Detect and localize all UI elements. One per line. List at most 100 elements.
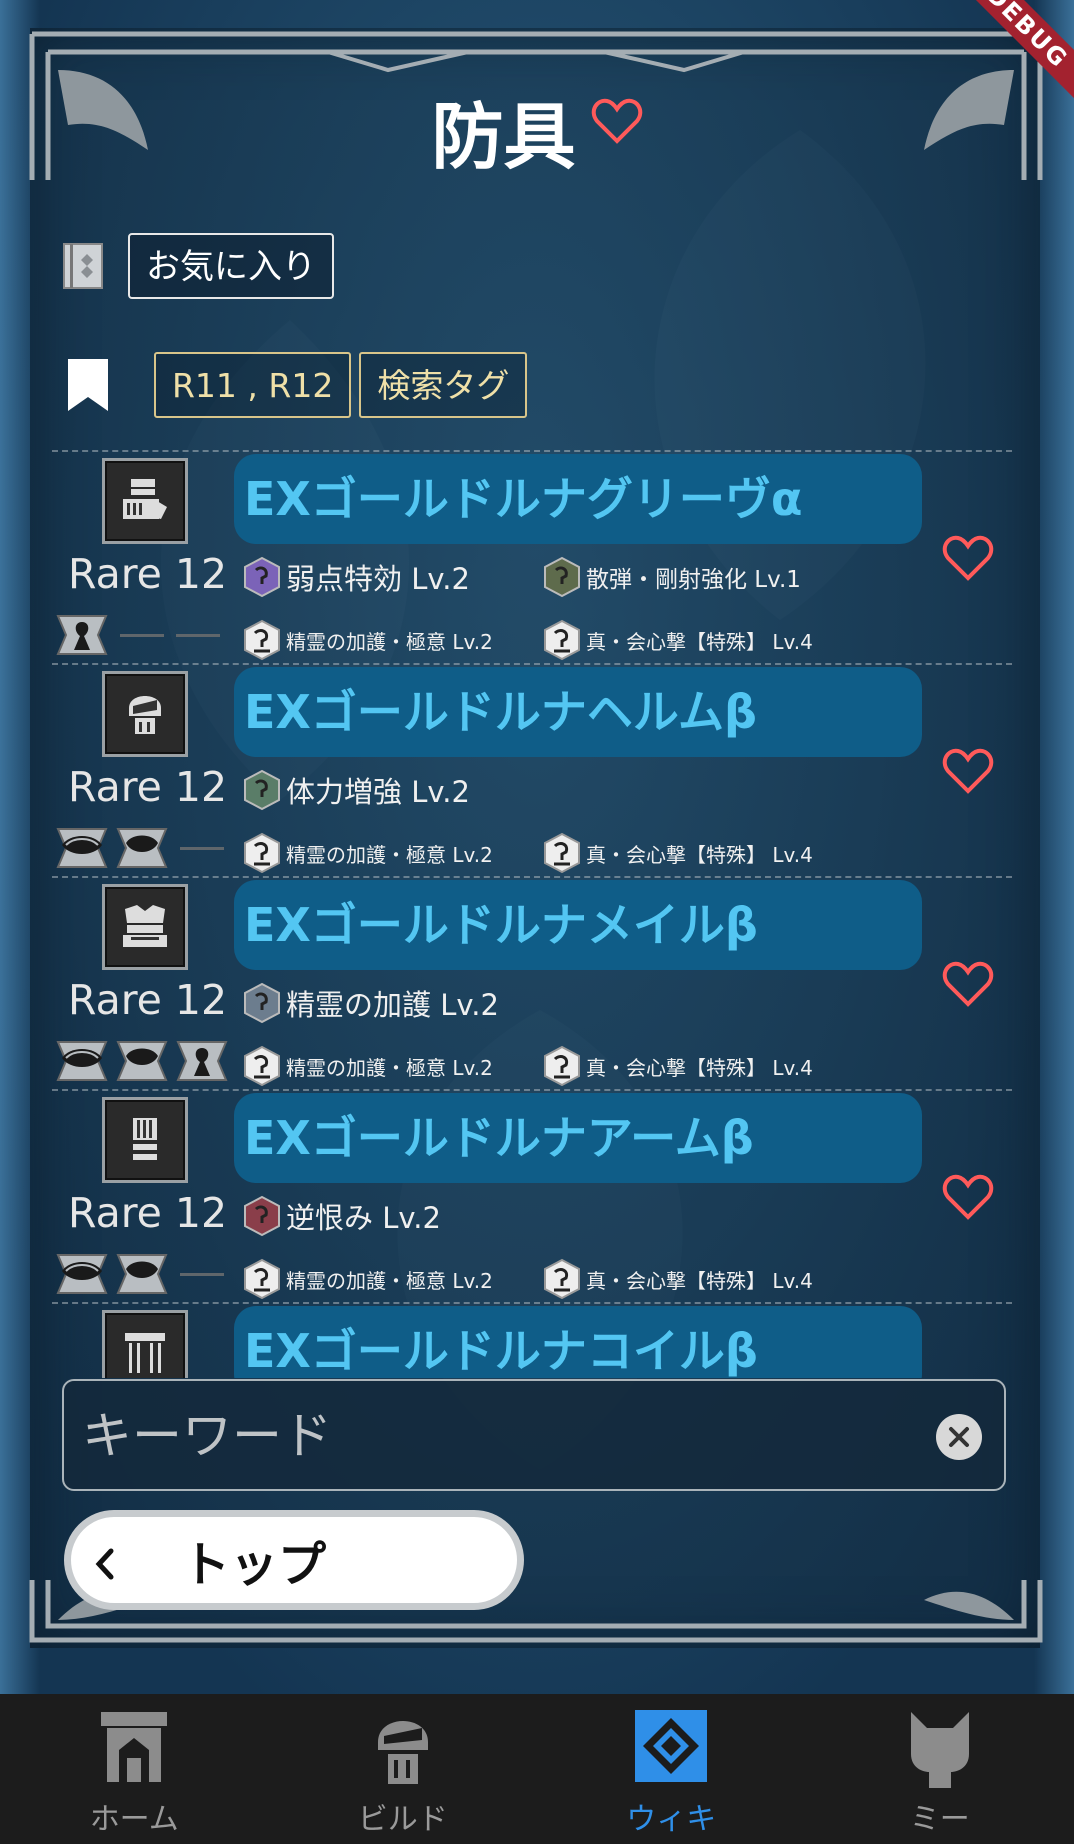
rarity-label: Rare 12 — [68, 976, 228, 1024]
skill-name: 散弾・剛射強化 Lv.1 — [586, 567, 801, 593]
nav-item-home[interactable]: ホーム — [0, 1694, 269, 1844]
set-skill-name: 精霊の加護・極意 Lv.2 — [286, 629, 493, 654]
skill-name: 逆恨み Lv.2 — [286, 1201, 441, 1235]
list-item[interactable]: EXゴールドルナグリーヴα Rare 12 弱点特効 Lv.2 散弾・剛射強化 … — [52, 450, 1012, 663]
set-skill-icon — [544, 1045, 580, 1087]
mail-icon — [102, 884, 188, 970]
helm-icon — [102, 671, 188, 757]
decoration-slots — [54, 1038, 234, 1084]
list-item[interactable]: EXゴールドルナメイルβ Rare 12 精霊の加護 Lv.2 精霊の加護・極意… — [52, 876, 1012, 1089]
favorite-heart-icon[interactable] — [942, 534, 994, 582]
book-icon — [63, 243, 103, 289]
slot-level-4-icon — [56, 1041, 108, 1081]
decoration-slots — [54, 1251, 230, 1297]
set-skill-name: 真・会心撃【特殊】 Lv.4 — [586, 629, 813, 654]
rarity-label: Rare 12 — [68, 763, 228, 811]
slot-level-1-icon — [56, 615, 108, 655]
rarity-label: Rare 12 — [68, 1189, 228, 1237]
page-title: 防具 — [431, 95, 576, 179]
set-skill-icon — [244, 1045, 280, 1087]
coil-icon — [102, 1310, 188, 1378]
armor-name[interactable]: EXゴールドルナグリーヴα — [234, 454, 922, 544]
set-skill-entry: 精霊の加護・極意 Lv.2 — [242, 1045, 493, 1087]
bookmark-icon[interactable] — [66, 357, 110, 413]
set-skill-name: 真・会心撃【特殊】 Lv.4 — [586, 842, 813, 867]
armor-name[interactable]: EXゴールドルナアームβ — [234, 1093, 922, 1183]
armor-name[interactable]: EXゴールドルナメイルβ — [234, 880, 922, 970]
favorites-row: お気に入り — [62, 233, 334, 299]
armor-list: EXゴールドルナグリーヴα Rare 12 弱点特効 Lv.2 散弾・剛射強化 … — [52, 450, 1012, 1378]
tag-chip-rarity[interactable]: R11 , R12 — [154, 352, 352, 418]
nav-label: ウィキ — [626, 1802, 717, 1837]
nav-item-me[interactable]: ミー — [806, 1694, 1074, 1844]
arm-icon — [102, 1097, 188, 1183]
chevron-left-icon — [95, 1548, 114, 1580]
skill-jewel-icon — [544, 556, 580, 598]
favorites-button[interactable]: お気に入り — [128, 233, 334, 299]
close-icon — [949, 1427, 969, 1447]
keyword-input[interactable] — [82, 1401, 882, 1471]
tag-chip-search[interactable]: 検索タグ — [359, 352, 528, 418]
back-to-top-button[interactable]: トップ — [64, 1510, 524, 1610]
set-skill-entry: 精霊の加護・極意 Lv.2 — [242, 1258, 493, 1300]
set-skill-icon — [544, 832, 580, 874]
armor-name[interactable]: EXゴールドルナコイルβ — [234, 1306, 922, 1378]
palico-icon — [910, 1712, 969, 1788]
skill-entry: 逆恨み Lv.2 — [242, 1195, 441, 1237]
skill-jewel-icon — [244, 1195, 280, 1237]
skill-entry: 散弾・剛射強化 Lv.1 — [542, 556, 801, 598]
fortress-icon — [101, 1712, 168, 1782]
list-item[interactable]: EXゴールドルナコイルβ — [52, 1302, 1012, 1378]
set-skill-entry: 精霊の加護・極意 Lv.2 — [242, 832, 493, 874]
empty-slot — [120, 633, 164, 637]
nav-label: ミー — [909, 1802, 970, 1837]
page-header: 防具 — [0, 78, 1074, 183]
favorite-heart-icon[interactable] — [942, 1173, 994, 1221]
skill-name: 弱点特効 Lv.2 — [286, 562, 470, 596]
empty-slot — [180, 846, 224, 850]
nav-label: ビルド — [357, 1802, 448, 1837]
skill-entry: 精霊の加護 Lv.2 — [242, 982, 499, 1024]
slot-level-1-icon — [176, 1041, 228, 1081]
set-skill-entry: 真・会心撃【特殊】 Lv.4 — [542, 832, 813, 874]
favorite-heart-icon[interactable] — [942, 747, 994, 795]
set-skill-entry: 真・会心撃【特殊】 Lv.4 — [542, 1258, 813, 1300]
set-skill-icon — [544, 619, 580, 661]
set-skill-name: 精霊の加護・極意 Lv.2 — [286, 842, 493, 867]
set-skill-icon — [244, 1258, 280, 1300]
skill-name: 体力増強 Lv.2 — [286, 775, 470, 809]
set-skill-icon — [544, 1258, 580, 1300]
slot-level-3-icon — [116, 1041, 168, 1081]
bottom-navigation: ホーム ビルド ウィキ ミー — [0, 1694, 1074, 1844]
set-skill-entry: 精霊の加護・極意 Lv.2 — [242, 619, 493, 661]
slot-level-4-icon — [56, 1254, 108, 1294]
nav-label: ホーム — [89, 1802, 179, 1837]
wiki-icon — [635, 1710, 708, 1782]
favorite-heart-icon[interactable] — [942, 960, 994, 1008]
list-item[interactable]: EXゴールドルナアームβ Rare 12 逆恨み Lv.2 精霊の加護・極意 L… — [52, 1089, 1012, 1302]
empty-slot — [180, 1272, 224, 1276]
armor-helm-icon — [377, 1721, 428, 1784]
set-skill-name: 精霊の加護・極意 Lv.2 — [286, 1268, 493, 1293]
skill-entry: 体力増強 Lv.2 — [242, 769, 470, 811]
skill-jewel-icon — [244, 982, 280, 1024]
clear-button[interactable] — [936, 1414, 982, 1460]
armor-name[interactable]: EXゴールドルナヘルムβ — [234, 667, 922, 757]
skill-name: 精霊の加護 Lv.2 — [286, 988, 499, 1022]
gloves-icon — [102, 458, 188, 544]
nav-item-wiki[interactable]: ウィキ — [537, 1694, 806, 1844]
skill-jewel-icon — [244, 556, 280, 598]
skill-entry: 弱点特効 Lv.2 — [242, 556, 470, 598]
set-skill-icon — [244, 832, 280, 874]
rarity-label: Rare 12 — [68, 550, 228, 598]
list-item[interactable]: EXゴールドルナヘルムβ Rare 12 体力増強 Lv.2 精霊の加護・極意 … — [52, 663, 1012, 876]
set-skill-name: 真・会心撃【特殊】 Lv.4 — [586, 1055, 813, 1080]
set-skill-name: 真・会心撃【特殊】 Lv.4 — [586, 1268, 813, 1293]
slot-level-3-icon — [116, 828, 168, 868]
set-skill-icon — [244, 619, 280, 661]
keyword-search — [62, 1379, 1006, 1491]
decoration-slots — [54, 825, 230, 871]
nav-item-build[interactable]: ビルド — [269, 1694, 538, 1844]
favorite-heart-icon[interactable] — [591, 97, 643, 145]
empty-slot — [176, 633, 220, 637]
